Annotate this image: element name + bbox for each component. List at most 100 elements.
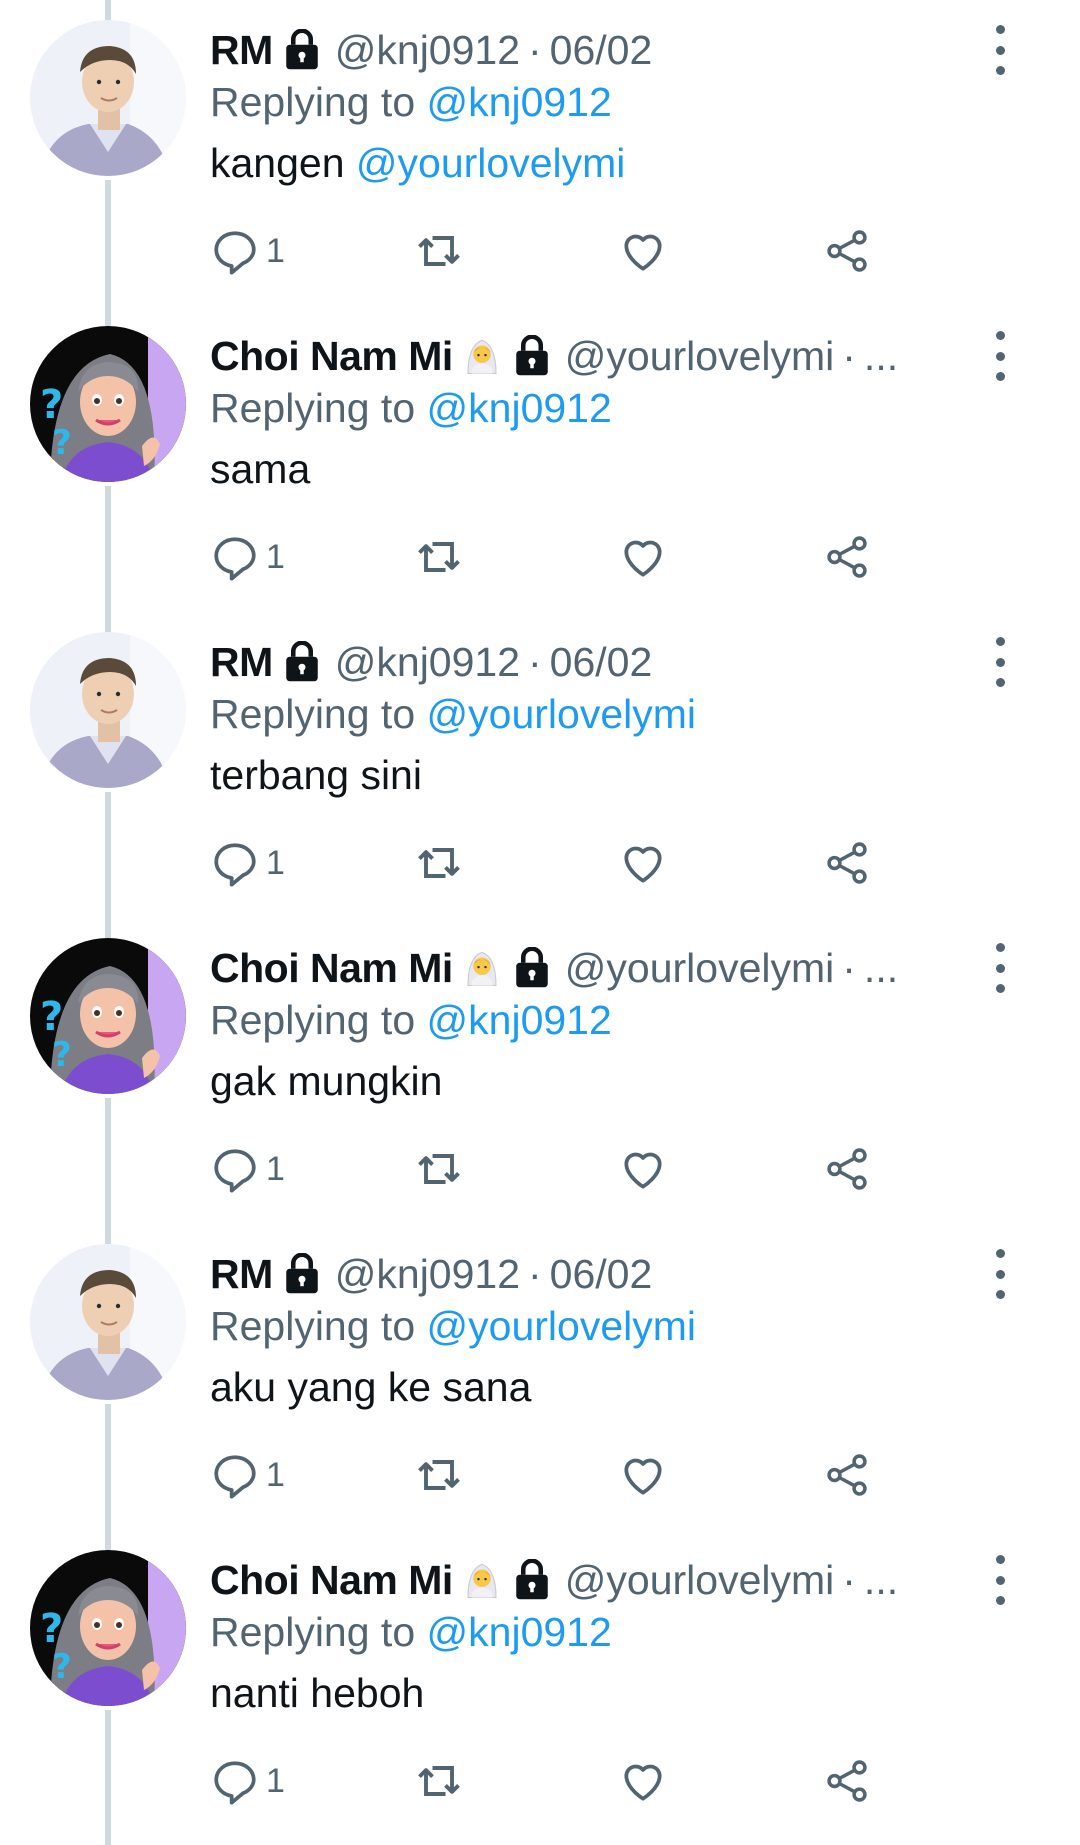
more-options-icon[interactable] xyxy=(980,1249,1020,1299)
tweet[interactable]: RM @knj0912 · 06/02 Replying to @knj0912… xyxy=(0,0,1080,306)
retweet-button[interactable] xyxy=(413,1445,465,1505)
share-button[interactable] xyxy=(822,833,872,893)
share-button[interactable] xyxy=(822,1751,872,1811)
author-name[interactable]: Choi Nam Mi xyxy=(210,333,453,380)
tweet-text-content: gak mungkin xyxy=(210,1058,443,1104)
tweet-text-content: sama xyxy=(210,446,311,492)
tweet-text-content: aku yang ke sana xyxy=(210,1364,532,1410)
like-button[interactable] xyxy=(618,1139,668,1199)
tweet-date[interactable]: ... xyxy=(864,1557,898,1604)
reply-button[interactable]: 1 xyxy=(210,1445,285,1505)
author-name[interactable]: RM xyxy=(210,27,273,74)
avatar[interactable]: ?? xyxy=(30,326,186,482)
retweet-button[interactable] xyxy=(413,1139,465,1199)
tweet-body: Choi Nam Mi @yourlovelymi · ... Replying… xyxy=(210,940,970,1112)
retweet-button[interactable] xyxy=(413,1751,465,1811)
author-handle[interactable]: @knj0912 xyxy=(335,27,520,74)
avatar[interactable] xyxy=(30,20,186,176)
tweet-actions: 1 xyxy=(210,1751,910,1811)
share-button[interactable] xyxy=(822,1445,872,1505)
tweet-actions: 1 xyxy=(210,1445,910,1505)
retweet-button[interactable] xyxy=(413,833,465,893)
svg-text:?: ? xyxy=(40,1606,63,1652)
like-button[interactable] xyxy=(618,527,668,587)
replying-to-mention-link[interactable]: @knj0912 xyxy=(427,1609,612,1655)
tweet-date[interactable]: ... xyxy=(864,945,898,992)
tweet-date[interactable]: 06/02 xyxy=(550,27,653,74)
author-handle[interactable]: @knj0912 xyxy=(335,639,520,686)
author-name[interactable]: Choi Nam Mi xyxy=(210,945,453,992)
author-handle[interactable]: @yourlovelymi xyxy=(565,1557,834,1604)
tweet-header: Choi Nam Mi @yourlovelymi · ... xyxy=(210,940,970,996)
share-button[interactable] xyxy=(822,1139,872,1199)
like-button[interactable] xyxy=(618,833,668,893)
tweet[interactable]: ?? Choi Nam Mi @yourlovelymi · ... Reply… xyxy=(0,918,1080,1224)
share-icon xyxy=(822,532,872,582)
reply-count: 1 xyxy=(266,1455,285,1494)
tweet-date[interactable]: 06/02 xyxy=(550,639,653,686)
header-separator: · xyxy=(842,332,856,379)
tweet-text-mention-link[interactable]: @yourlovelymi xyxy=(356,140,625,186)
more-options-icon[interactable] xyxy=(980,1555,1020,1605)
like-button[interactable] xyxy=(618,221,668,281)
avatar[interactable] xyxy=(30,1244,186,1400)
author-handle[interactable]: @yourlovelymi xyxy=(565,945,834,992)
more-options-icon[interactable] xyxy=(980,637,1020,687)
lock-icon xyxy=(511,334,553,377)
bride-emoji-icon xyxy=(461,1559,503,1601)
author-name[interactable]: RM xyxy=(210,1251,273,1298)
replying-to-mention-link[interactable]: @knj0912 xyxy=(427,997,612,1043)
svg-text:?: ? xyxy=(40,382,63,428)
replying-to-mention-link[interactable]: @yourlovelymi xyxy=(427,691,696,737)
replying-to-mention-link[interactable]: @knj0912 xyxy=(427,79,612,125)
tweet[interactable]: RM @knj0912 · 06/02 Replying to @yourlov… xyxy=(0,612,1080,918)
tweet-text: kangen @yourlovelymi xyxy=(210,132,970,194)
heart-icon xyxy=(618,838,668,888)
tweet-header: RM @knj0912 · 06/02 xyxy=(210,1246,970,1302)
more-options-icon[interactable] xyxy=(980,25,1020,75)
reply-button[interactable]: 1 xyxy=(210,527,285,587)
reply-button[interactable]: 1 xyxy=(210,833,285,893)
share-button[interactable] xyxy=(822,527,872,587)
tweet-date[interactable]: 06/02 xyxy=(550,1251,653,1298)
header-separator: · xyxy=(528,1250,542,1297)
retweet-button[interactable] xyxy=(413,221,465,281)
avatar[interactable]: ?? xyxy=(30,1550,186,1706)
heart-icon xyxy=(618,226,668,276)
reply-button[interactable]: 1 xyxy=(210,1139,285,1199)
reply-icon xyxy=(210,226,260,276)
tweet-text: nanti heboh xyxy=(210,1662,970,1724)
lock-icon xyxy=(281,640,323,683)
replying-to-mention-link[interactable]: @knj0912 xyxy=(427,385,612,431)
replying-to-line: Replying to @yourlovelymi xyxy=(210,1300,970,1352)
tweet[interactable]: ?? Choi Nam Mi @yourlovelymi · ... Reply… xyxy=(0,1530,1080,1836)
author-handle[interactable]: @knj0912 xyxy=(335,1251,520,1298)
like-button[interactable] xyxy=(618,1445,668,1505)
replying-to-mention-link[interactable]: @yourlovelymi xyxy=(427,1303,696,1349)
replying-to-prefix: Replying to xyxy=(210,1303,416,1349)
reply-button[interactable]: 1 xyxy=(210,221,285,281)
tweet[interactable]: ?? Choi Nam Mi @yourlovelymi · ... Reply… xyxy=(0,306,1080,612)
author-name[interactable]: Choi Nam Mi xyxy=(210,1557,453,1604)
share-button[interactable] xyxy=(822,221,872,281)
more-options-icon[interactable] xyxy=(980,331,1020,381)
tweet[interactable]: RM @knj0912 · 06/02 Replying to @yourlov… xyxy=(0,1224,1080,1530)
author-handle[interactable]: @yourlovelymi xyxy=(565,333,834,380)
reply-icon xyxy=(210,1756,260,1806)
reply-icon xyxy=(210,1450,260,1500)
replying-to-prefix: Replying to xyxy=(210,385,416,431)
tweet-date[interactable]: ... xyxy=(864,333,898,380)
more-options-icon[interactable] xyxy=(980,943,1020,993)
like-button[interactable] xyxy=(618,1751,668,1811)
author-name[interactable]: RM xyxy=(210,639,273,686)
avatar[interactable]: ?? xyxy=(30,938,186,1094)
retweet-icon xyxy=(413,531,465,583)
reply-button[interactable]: 1 xyxy=(210,1751,285,1811)
retweet-button[interactable] xyxy=(413,527,465,587)
replying-to-prefix: Replying to xyxy=(210,1609,416,1655)
tweet-text: sama xyxy=(210,438,970,500)
avatar[interactable] xyxy=(30,632,186,788)
tweet-actions: 1 xyxy=(210,527,910,587)
tweet-header: Choi Nam Mi @yourlovelymi · ... xyxy=(210,328,970,384)
share-icon xyxy=(822,838,872,888)
